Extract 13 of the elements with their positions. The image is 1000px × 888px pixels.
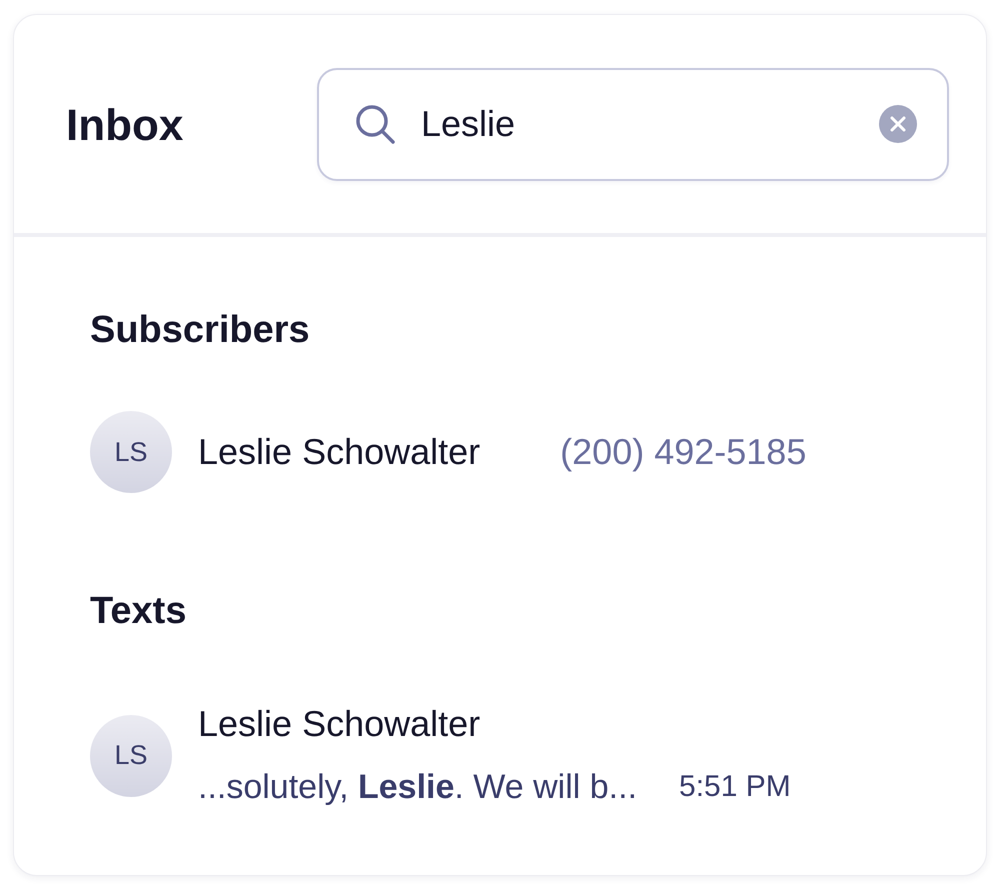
inbox-title: Inbox [66,100,184,152]
clear-search-icon[interactable] [879,105,917,143]
message-preview: ...solutely, Leslie. We will b... [198,767,638,808]
phone-number: (200) 492-5185 [560,430,806,474]
sender-name: Leslie Schowalter [198,702,480,746]
message-time: 5:51 PM [679,769,791,805]
avatar: LS [90,714,172,796]
section-heading: Texts [90,589,186,633]
section-heading: Subscribers [90,308,310,352]
search-icon [355,104,395,144]
search-field[interactable]: Leslie [317,68,949,180]
avatar: LS [90,411,172,493]
contact-name: Leslie Schowalter [198,430,480,474]
